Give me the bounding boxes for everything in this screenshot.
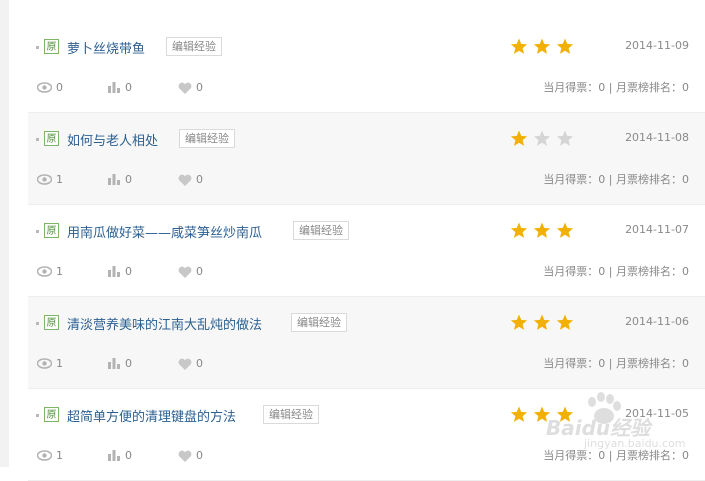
star-rating — [510, 38, 574, 54]
star-icon — [556, 130, 574, 146]
bar-chart-icon — [108, 174, 120, 185]
article-title-link[interactable]: 清淡营养美味的江南大乱炖的做法 — [67, 314, 262, 333]
edit-experience-button[interactable]: 编辑经验 — [179, 129, 235, 148]
left-sidebar-edge — [0, 0, 9, 467]
article-title-link[interactable]: 超简单方便的清理键盘的方法 — [67, 406, 236, 425]
original-badge: 原 — [44, 131, 59, 146]
heart-icon[interactable] — [178, 174, 192, 186]
edit-experience-button[interactable]: 编辑经验 — [291, 313, 347, 332]
monthly-votes-info: 当月得票：0 | 月票榜排名：0 — [543, 173, 689, 186]
views-count: 1 — [56, 357, 63, 370]
bullet-dot — [36, 138, 39, 141]
star-icon — [510, 130, 528, 146]
monthly-votes-info: 当月得票：0 | 月票榜排名：0 — [543, 81, 689, 94]
bullet-dot — [36, 414, 39, 417]
views-count: 1 — [56, 449, 63, 462]
star-rating — [510, 130, 574, 146]
bar-chart-icon — [108, 358, 120, 369]
article-item: 原 用南瓜做好菜——咸菜笋丝炒南瓜 编辑经验 2014-11-07 1 0 0 … — [28, 205, 705, 297]
star-icon — [556, 38, 574, 54]
edit-experience-button[interactable]: 编辑经验 — [166, 37, 222, 56]
views-count: 1 — [56, 173, 63, 186]
star-rating — [510, 314, 574, 330]
monthly-votes-info: 当月得票：0 | 月票榜排名：0 — [543, 357, 689, 370]
article-title-link[interactable]: 如何与老人相处 — [67, 130, 158, 149]
bar-chart-icon — [108, 82, 120, 93]
star-icon — [533, 38, 551, 54]
votes-count: 0 — [125, 357, 132, 370]
bullet-dot — [36, 46, 39, 49]
votes-count: 0 — [125, 449, 132, 462]
bullet-dot — [36, 322, 39, 325]
likes-count: 0 — [196, 265, 203, 278]
views-count: 1 — [56, 265, 63, 278]
star-icon — [510, 406, 528, 422]
heart-icon[interactable] — [178, 358, 192, 370]
original-badge: 原 — [44, 223, 59, 238]
eye-icon — [37, 358, 52, 369]
heart-icon[interactable] — [178, 450, 192, 462]
original-badge: 原 — [44, 315, 59, 330]
publish-date: 2014-11-07 — [625, 223, 689, 236]
likes-count: 0 — [196, 81, 203, 94]
eye-icon — [37, 174, 52, 185]
eye-icon — [37, 82, 52, 93]
likes-count: 0 — [196, 357, 203, 370]
star-icon — [556, 222, 574, 238]
publish-date: 2014-11-08 — [625, 131, 689, 144]
likes-count: 0 — [196, 449, 203, 462]
star-icon — [533, 130, 551, 146]
heart-icon[interactable] — [178, 82, 192, 94]
votes-count: 0 — [125, 173, 132, 186]
article-item: 原 清淡营养美味的江南大乱炖的做法 编辑经验 2014-11-06 1 0 0 … — [28, 297, 705, 389]
watermark-url: jingyan.baidu.com — [584, 437, 686, 450]
star-rating — [510, 222, 574, 238]
bullet-dot — [36, 230, 39, 233]
edit-experience-button[interactable]: 编辑经验 — [263, 405, 319, 424]
article-item: 原 如何与老人相处 编辑经验 2014-11-08 1 0 0 当月得票：0 |… — [28, 113, 705, 205]
article-item: 原 萝卜丝烧带鱼 编辑经验 2014-11-09 0 0 0 当月得票：0 | … — [28, 0, 705, 113]
bar-chart-icon — [108, 266, 120, 277]
votes-count: 0 — [125, 81, 132, 94]
star-icon — [533, 222, 551, 238]
article-title-link[interactable]: 萝卜丝烧带鱼 — [67, 38, 145, 57]
original-badge: 原 — [44, 407, 59, 422]
original-badge: 原 — [44, 39, 59, 54]
star-icon — [556, 314, 574, 330]
votes-count: 0 — [125, 265, 132, 278]
publish-date: 2014-11-09 — [625, 39, 689, 52]
likes-count: 0 — [196, 173, 203, 186]
star-icon — [510, 222, 528, 238]
views-count: 0 — [56, 81, 63, 94]
star-icon — [510, 38, 528, 54]
star-icon — [533, 314, 551, 330]
bar-chart-icon — [108, 450, 120, 461]
baidu-jingyan-watermark: Baidu经验 jingyan.baidu.com — [538, 392, 688, 454]
edit-experience-button[interactable]: 编辑经验 — [293, 221, 349, 240]
star-icon — [510, 314, 528, 330]
heart-icon[interactable] — [178, 266, 192, 278]
eye-icon — [37, 450, 52, 461]
monthly-votes-info: 当月得票：0 | 月票榜排名：0 — [543, 265, 689, 278]
eye-icon — [37, 266, 52, 277]
publish-date: 2014-11-06 — [625, 315, 689, 328]
article-title-link[interactable]: 用南瓜做好菜——咸菜笋丝炒南瓜 — [67, 222, 262, 241]
